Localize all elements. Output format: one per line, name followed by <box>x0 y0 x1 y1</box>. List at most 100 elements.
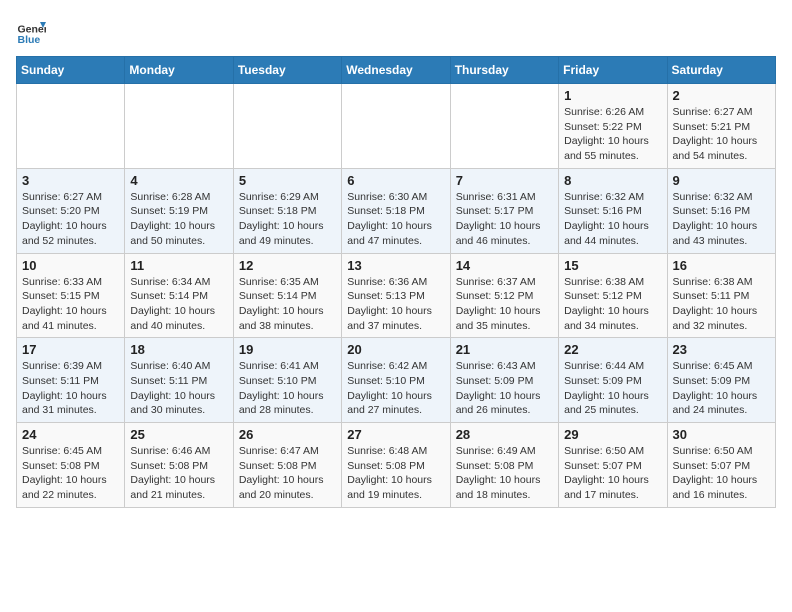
calendar-week-row: 1 Sunrise: 6:26 AM Sunset: 5:22 PM Daylig… <box>17 84 776 169</box>
calendar-cell <box>125 84 233 169</box>
calendar-table: SundayMondayTuesdayWednesdayThursdayFrid… <box>16 56 776 508</box>
day-info: Sunrise: 6:50 AM Sunset: 5:07 PM Dayligh… <box>673 444 770 503</box>
day-number: 3 <box>22 173 119 188</box>
day-info: Sunrise: 6:44 AM Sunset: 5:09 PM Dayligh… <box>564 359 661 418</box>
day-info: Sunrise: 6:49 AM Sunset: 5:08 PM Dayligh… <box>456 444 553 503</box>
weekday-header-sunday: Sunday <box>17 57 125 84</box>
calendar-cell: 21 Sunrise: 6:43 AM Sunset: 5:09 PM Dayli… <box>450 338 558 423</box>
day-info: Sunrise: 6:36 AM Sunset: 5:13 PM Dayligh… <box>347 275 444 334</box>
calendar-cell: 5 Sunrise: 6:29 AM Sunset: 5:18 PM Daylig… <box>233 168 341 253</box>
calendar-cell: 3 Sunrise: 6:27 AM Sunset: 5:20 PM Daylig… <box>17 168 125 253</box>
day-info: Sunrise: 6:47 AM Sunset: 5:08 PM Dayligh… <box>239 444 336 503</box>
day-number: 18 <box>130 342 227 357</box>
day-info: Sunrise: 6:33 AM Sunset: 5:15 PM Dayligh… <box>22 275 119 334</box>
day-number: 11 <box>130 258 227 273</box>
day-number: 30 <box>673 427 770 442</box>
day-number: 21 <box>456 342 553 357</box>
day-number: 4 <box>130 173 227 188</box>
day-info: Sunrise: 6:35 AM Sunset: 5:14 PM Dayligh… <box>239 275 336 334</box>
day-number: 2 <box>673 88 770 103</box>
day-number: 22 <box>564 342 661 357</box>
day-number: 25 <box>130 427 227 442</box>
day-number: 10 <box>22 258 119 273</box>
day-info: Sunrise: 6:37 AM Sunset: 5:12 PM Dayligh… <box>456 275 553 334</box>
weekday-header-saturday: Saturday <box>667 57 775 84</box>
calendar-cell <box>17 84 125 169</box>
day-info: Sunrise: 6:32 AM Sunset: 5:16 PM Dayligh… <box>564 190 661 249</box>
logo-icon: General Blue <box>16 16 46 46</box>
day-number: 19 <box>239 342 336 357</box>
day-info: Sunrise: 6:28 AM Sunset: 5:19 PM Dayligh… <box>130 190 227 249</box>
day-number: 20 <box>347 342 444 357</box>
calendar-cell: 19Sunrise: 6:41 AM Sunset: 5:10 PM Dayli… <box>233 338 341 423</box>
day-info: Sunrise: 6:46 AM Sunset: 5:08 PM Dayligh… <box>130 444 227 503</box>
day-number: 29 <box>564 427 661 442</box>
page-header: General Blue <box>16 16 776 46</box>
calendar-cell: 16 Sunrise: 6:38 AM Sunset: 5:11 PM Dayli… <box>667 253 775 338</box>
calendar-week-row: 10 Sunrise: 6:33 AM Sunset: 5:15 PM Dayli… <box>17 253 776 338</box>
weekday-header-wednesday: Wednesday <box>342 57 450 84</box>
day-number: 28 <box>456 427 553 442</box>
calendar-week-row: 24Sunrise: 6:45 AM Sunset: 5:08 PM Dayli… <box>17 423 776 508</box>
logo: General Blue <box>16 16 46 46</box>
calendar-cell: 30 Sunrise: 6:50 AM Sunset: 5:07 PM Dayli… <box>667 423 775 508</box>
calendar-cell: 24Sunrise: 6:45 AM Sunset: 5:08 PM Dayli… <box>17 423 125 508</box>
weekday-header-thursday: Thursday <box>450 57 558 84</box>
day-info: Sunrise: 6:38 AM Sunset: 5:11 PM Dayligh… <box>673 275 770 334</box>
calendar-week-row: 3 Sunrise: 6:27 AM Sunset: 5:20 PM Daylig… <box>17 168 776 253</box>
day-number: 7 <box>456 173 553 188</box>
day-number: 27 <box>347 427 444 442</box>
calendar-cell: 27 Sunrise: 6:48 AM Sunset: 5:08 PM Dayli… <box>342 423 450 508</box>
calendar-cell <box>450 84 558 169</box>
calendar-week-row: 17 Sunrise: 6:39 AM Sunset: 5:11 PM Dayli… <box>17 338 776 423</box>
day-number: 16 <box>673 258 770 273</box>
day-info: Sunrise: 6:48 AM Sunset: 5:08 PM Dayligh… <box>347 444 444 503</box>
day-info: Sunrise: 6:30 AM Sunset: 5:18 PM Dayligh… <box>347 190 444 249</box>
day-info: Sunrise: 6:29 AM Sunset: 5:18 PM Dayligh… <box>239 190 336 249</box>
day-info: Sunrise: 6:45 AM Sunset: 5:09 PM Dayligh… <box>673 359 770 418</box>
day-number: 5 <box>239 173 336 188</box>
day-number: 8 <box>564 173 661 188</box>
day-info: Sunrise: 6:43 AM Sunset: 5:09 PM Dayligh… <box>456 359 553 418</box>
calendar-cell: 4 Sunrise: 6:28 AM Sunset: 5:19 PM Daylig… <box>125 168 233 253</box>
calendar-cell: 18 Sunrise: 6:40 AM Sunset: 5:11 PM Dayli… <box>125 338 233 423</box>
calendar-cell: 1 Sunrise: 6:26 AM Sunset: 5:22 PM Daylig… <box>559 84 667 169</box>
calendar-cell: 11 Sunrise: 6:34 AM Sunset: 5:14 PM Dayli… <box>125 253 233 338</box>
weekday-header-tuesday: Tuesday <box>233 57 341 84</box>
calendar-cell: 12 Sunrise: 6:35 AM Sunset: 5:14 PM Dayli… <box>233 253 341 338</box>
day-number: 17 <box>22 342 119 357</box>
calendar-cell: 13Sunrise: 6:36 AM Sunset: 5:13 PM Dayli… <box>342 253 450 338</box>
calendar-body: 1 Sunrise: 6:26 AM Sunset: 5:22 PM Daylig… <box>17 84 776 508</box>
calendar-cell: 22 Sunrise: 6:44 AM Sunset: 5:09 PM Dayli… <box>559 338 667 423</box>
calendar-cell: 28 Sunrise: 6:49 AM Sunset: 5:08 PM Dayli… <box>450 423 558 508</box>
day-number: 1 <box>564 88 661 103</box>
day-number: 23 <box>673 342 770 357</box>
day-info: Sunrise: 6:34 AM Sunset: 5:14 PM Dayligh… <box>130 275 227 334</box>
day-info: Sunrise: 6:45 AM Sunset: 5:08 PM Dayligh… <box>22 444 119 503</box>
calendar-cell: 9Sunrise: 6:32 AM Sunset: 5:16 PM Daylig… <box>667 168 775 253</box>
calendar-cell: 25 Sunrise: 6:46 AM Sunset: 5:08 PM Dayli… <box>125 423 233 508</box>
day-info: Sunrise: 6:42 AM Sunset: 5:10 PM Dayligh… <box>347 359 444 418</box>
day-info: Sunrise: 6:38 AM Sunset: 5:12 PM Dayligh… <box>564 275 661 334</box>
day-info: Sunrise: 6:26 AM Sunset: 5:22 PM Dayligh… <box>564 105 661 164</box>
day-number: 12 <box>239 258 336 273</box>
day-info: Sunrise: 6:27 AM Sunset: 5:20 PM Dayligh… <box>22 190 119 249</box>
weekday-header-friday: Friday <box>559 57 667 84</box>
calendar-cell: 15 Sunrise: 6:38 AM Sunset: 5:12 PM Dayli… <box>559 253 667 338</box>
day-info: Sunrise: 6:39 AM Sunset: 5:11 PM Dayligh… <box>22 359 119 418</box>
calendar-cell: 10 Sunrise: 6:33 AM Sunset: 5:15 PM Dayli… <box>17 253 125 338</box>
calendar-cell: 23 Sunrise: 6:45 AM Sunset: 5:09 PM Dayli… <box>667 338 775 423</box>
calendar-cell: 8 Sunrise: 6:32 AM Sunset: 5:16 PM Daylig… <box>559 168 667 253</box>
day-number: 15 <box>564 258 661 273</box>
calendar-cell <box>233 84 341 169</box>
day-info: Sunrise: 6:40 AM Sunset: 5:11 PM Dayligh… <box>130 359 227 418</box>
day-number: 14 <box>456 258 553 273</box>
day-number: 6 <box>347 173 444 188</box>
weekday-header-monday: Monday <box>125 57 233 84</box>
calendar-cell: 17 Sunrise: 6:39 AM Sunset: 5:11 PM Dayli… <box>17 338 125 423</box>
calendar-cell: 20 Sunrise: 6:42 AM Sunset: 5:10 PM Dayli… <box>342 338 450 423</box>
day-info: Sunrise: 6:27 AM Sunset: 5:21 PM Dayligh… <box>673 105 770 164</box>
calendar-cell: 6 Sunrise: 6:30 AM Sunset: 5:18 PM Daylig… <box>342 168 450 253</box>
svg-text:Blue: Blue <box>18 34 41 46</box>
day-number: 9 <box>673 173 770 188</box>
